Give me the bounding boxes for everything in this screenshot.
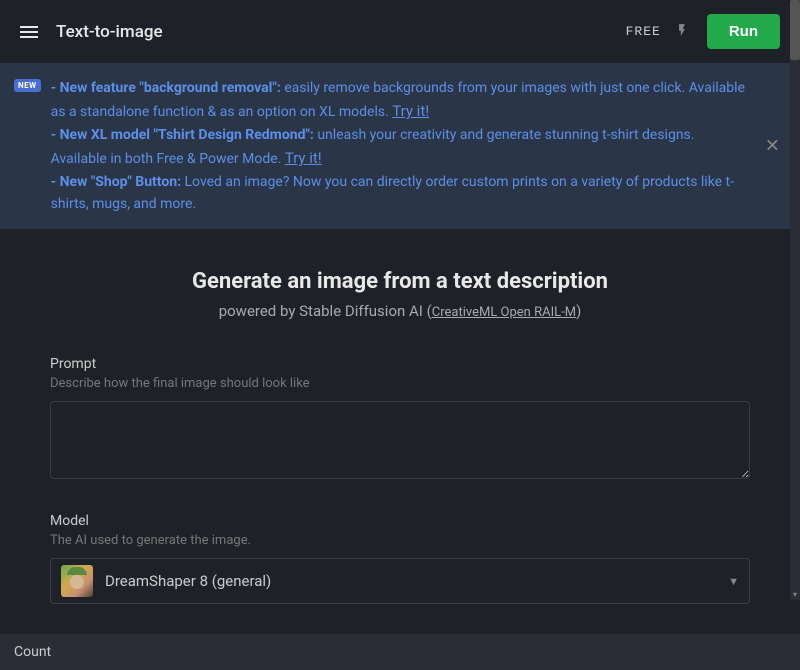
- license-link[interactable]: CreativeML Open RAIL-M: [432, 305, 576, 320]
- main-content: Generate an image from a text descriptio…: [0, 229, 800, 670]
- model-hint: The AI used to generate the image.: [50, 533, 750, 548]
- model-field-group: Model The AI used to generate the image.…: [50, 513, 750, 604]
- banner-item-3-title: - New "Shop" Button:: [51, 174, 181, 190]
- model-thumbnail: [61, 565, 93, 597]
- count-label: Count: [14, 644, 786, 660]
- prompt-field-group: Prompt Describe how the final image shou…: [50, 356, 750, 483]
- page-title: Text-to-image: [56, 22, 163, 42]
- prompt-label: Prompt: [50, 356, 750, 372]
- banner-item-2-title: - New XL model "Tshirt Design Redmond":: [51, 127, 314, 143]
- prompt-input[interactable]: [50, 401, 750, 479]
- new-badge: NEW: [14, 79, 41, 92]
- try-it-link-2[interactable]: Try it!: [285, 149, 322, 167]
- banner-content: - New feature "background removal": easi…: [51, 77, 750, 215]
- subtitle-prefix: powered by Stable Diffusion AI (: [219, 302, 432, 320]
- count-section: Count: [0, 634, 800, 670]
- prompt-hint: Describe how the final image should look…: [50, 376, 750, 391]
- free-label: FREE: [626, 24, 661, 39]
- try-it-link-1[interactable]: Try it!: [392, 102, 429, 120]
- chevron-down-icon: ▼: [728, 575, 739, 588]
- close-icon[interactable]: ✕: [765, 136, 780, 157]
- model-label: Model: [50, 513, 750, 529]
- scroll-down-icon[interactable]: ▾: [790, 590, 800, 600]
- main-heading: Generate an image from a text descriptio…: [50, 269, 750, 294]
- news-banner: NEW - New feature "background removal": …: [0, 63, 800, 229]
- hamburger-menu-icon[interactable]: [20, 26, 38, 38]
- model-selected-name: DreamShaper 8 (general): [105, 572, 728, 590]
- bolt-icon[interactable]: [675, 21, 689, 43]
- scrollbar-thumb[interactable]: [790, 0, 800, 60]
- run-button[interactable]: Run: [707, 14, 780, 49]
- scrollbar-track[interactable]: ▴ ▾: [790, 0, 800, 600]
- model-select[interactable]: DreamShaper 8 (general) ▼: [50, 558, 750, 604]
- subtitle-suffix: ): [576, 302, 581, 320]
- main-subtitle: powered by Stable Diffusion AI (Creative…: [50, 302, 750, 320]
- banner-item-1-title: - New feature "background removal":: [51, 80, 281, 96]
- app-header: Text-to-image FREE Run: [0, 0, 800, 63]
